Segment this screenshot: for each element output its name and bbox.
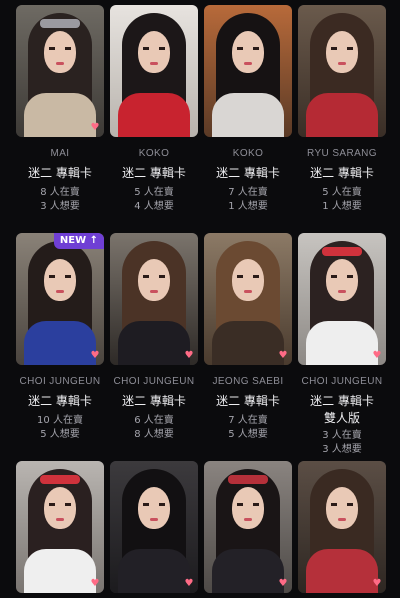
- member-name: RYU SARANG: [307, 148, 377, 159]
- heart-icon[interactable]: ♥: [90, 579, 100, 589]
- photocard-grid: ♥ MAI 迷二 專輯卡 8 人在賣 3 人想要 KOKO 迷二 專輯卡 5 人…: [0, 0, 400, 598]
- selling-count: 10 人在賣: [37, 415, 83, 426]
- selling-count: 3 人在賣: [322, 430, 362, 441]
- photocard-image[interactable]: [298, 5, 386, 137]
- photocard-image[interactable]: ♥: [16, 5, 104, 137]
- heart-icon[interactable]: ♥: [90, 123, 100, 133]
- wanting-count: 5 人想要: [228, 429, 268, 440]
- card-title: 迷二 專輯卡: [122, 166, 186, 180]
- card-title: 迷二 專輯卡: [216, 166, 280, 180]
- photocard-image[interactable]: ♥: [204, 461, 292, 593]
- selling-count: 8 人在賣: [40, 187, 80, 198]
- photocard-image[interactable]: [204, 5, 292, 137]
- wanting-count: 4 人想要: [134, 201, 174, 212]
- photocard-image[interactable]: ♥: [298, 461, 386, 593]
- card-title: 迷二 專輯卡: [216, 394, 280, 408]
- heart-icon[interactable]: ♥: [278, 579, 288, 589]
- photocard-image[interactable]: ♥: [298, 233, 386, 365]
- member-name: KOKO: [232, 148, 264, 159]
- photocard-image[interactable]: NEW ↑ ♥: [16, 233, 104, 365]
- wanting-count: 1 人想要: [228, 201, 268, 212]
- selling-count: 6 人在賣: [134, 415, 174, 426]
- card-title: 迷二 專輯卡: [310, 166, 374, 180]
- photocard-image[interactable]: ♥: [110, 461, 198, 593]
- card-title: 迷二 專輯卡: [28, 166, 92, 180]
- card-title: 迷二 專輯卡: [310, 394, 374, 408]
- wanting-count: 5 人想要: [40, 429, 80, 440]
- heart-icon[interactable]: ♥: [372, 351, 382, 361]
- member-name: KOKO: [138, 148, 170, 159]
- heart-icon[interactable]: ♥: [90, 351, 100, 361]
- member-name: JEONG SAEBI: [212, 376, 284, 387]
- photocard-image[interactable]: [110, 5, 198, 137]
- card-title: 迷二 專輯卡: [28, 394, 92, 408]
- card-edition: 雙人版: [323, 411, 360, 425]
- selling-count: 7 人在賣: [228, 187, 268, 198]
- photocard-image[interactable]: ♥: [16, 461, 104, 593]
- heart-icon[interactable]: ♥: [184, 351, 194, 361]
- selling-count: 7 人在賣: [228, 415, 268, 426]
- selling-count: 5 人在賣: [322, 187, 362, 198]
- member-name: MAI: [50, 148, 70, 159]
- wanting-count: 3 人想要: [322, 444, 362, 455]
- selling-count: 5 人在賣: [134, 187, 174, 198]
- photocard-image[interactable]: ♥: [204, 233, 292, 365]
- wanting-count: 3 人想要: [40, 201, 80, 212]
- heart-icon[interactable]: ♥: [372, 579, 382, 589]
- card-title: 迷二 專輯卡: [122, 394, 186, 408]
- heart-icon[interactable]: ♥: [184, 579, 194, 589]
- member-name: CHOI JUNGEUN: [113, 376, 195, 387]
- member-name: CHOI JUNGEUN: [19, 376, 101, 387]
- wanting-count: 8 人想要: [134, 429, 174, 440]
- member-name: CHOI JUNGEUN: [301, 376, 383, 387]
- wanting-count: 1 人想要: [322, 201, 362, 212]
- photocard-image[interactable]: ♥: [110, 233, 198, 365]
- heart-icon[interactable]: ♥: [278, 351, 288, 361]
- new-badge: NEW ↑: [53, 233, 104, 249]
